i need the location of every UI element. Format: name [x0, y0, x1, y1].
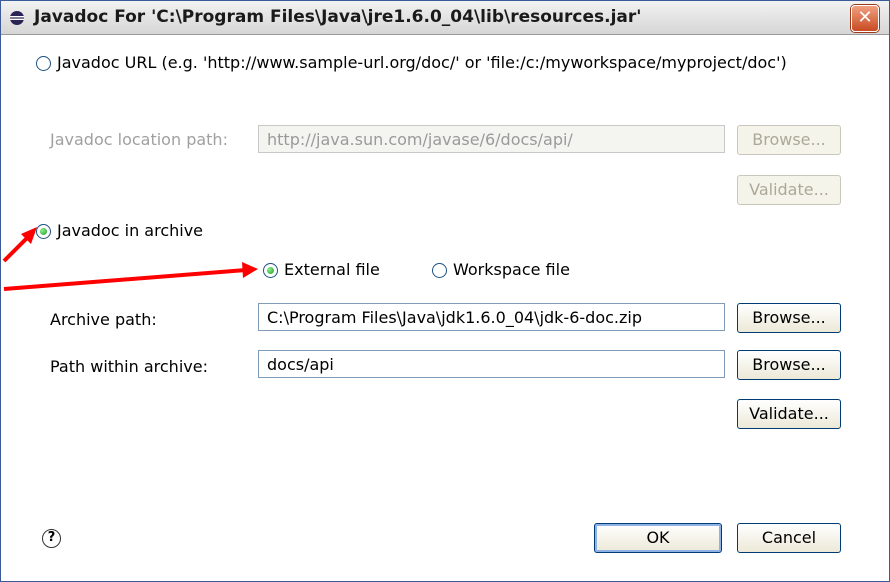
close-icon: ✕ [857, 7, 873, 28]
javadoc-location-label: Javadoc location path: [50, 130, 228, 149]
workspace-file-radio[interactable] [432, 263, 447, 278]
javadoc-archive-radio[interactable] [36, 224, 51, 239]
archive-path-browse-button[interactable]: Browse... [737, 303, 841, 333]
cancel-button[interactable]: Cancel [737, 523, 841, 553]
javadoc-archive-label: Javadoc in archive [57, 221, 204, 240]
path-within-archive-input[interactable]: docs/api [258, 350, 725, 378]
close-button[interactable]: ✕ [851, 5, 879, 32]
javadoc-location-input[interactable]: http://java.sun.com/javase/6/docs/api/ [258, 125, 725, 153]
javadoc-url-radio[interactable] [36, 56, 51, 71]
ok-button[interactable]: OK [594, 523, 722, 553]
path-within-archive-label: Path within archive: [50, 357, 208, 376]
javadoc-dialog: Javadoc For 'C:\Program Files\Java\jre1.… [0, 0, 890, 582]
title-bar[interactable]: Javadoc For 'C:\Program Files\Java\jre1.… [1, 1, 889, 35]
help-icon[interactable]: ? [42, 529, 61, 548]
archive-path-label: Archive path: [50, 310, 157, 329]
javadoc-url-label: Javadoc URL (e.g. 'http://www.sample-url… [57, 53, 787, 72]
url-browse-button[interactable]: Browse... [737, 125, 841, 155]
external-file-radio[interactable] [263, 263, 278, 278]
workspace-file-label: Workspace file [453, 260, 570, 279]
external-file-label: External file [284, 260, 380, 279]
archive-path-input[interactable]: C:\Program Files\Java\jdk1.6.0_04\jdk-6-… [258, 303, 725, 331]
archive-validate-button[interactable]: Validate... [737, 399, 841, 429]
window-title: Javadoc For 'C:\Program Files\Java\jre1.… [34, 7, 642, 27]
path-within-browse-button[interactable]: Browse... [737, 350, 841, 380]
url-validate-button[interactable]: Validate... [737, 175, 841, 205]
eclipse-icon [10, 11, 24, 25]
